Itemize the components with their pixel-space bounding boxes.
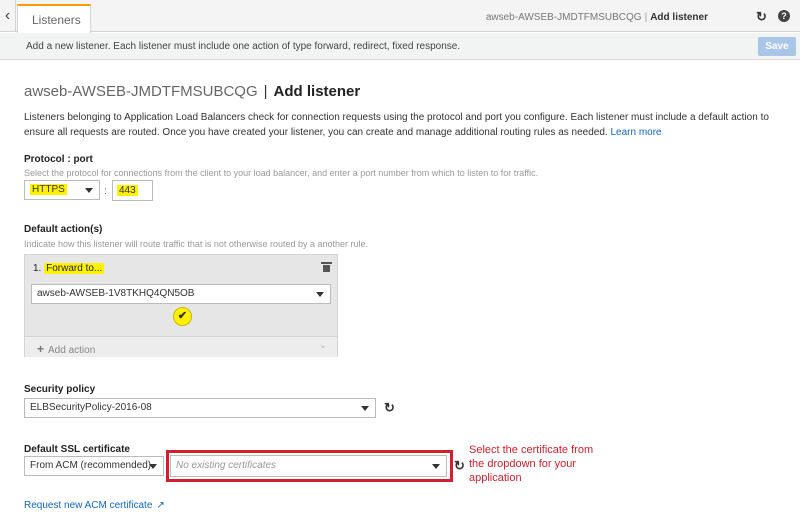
annotation-highlight-box bbox=[166, 450, 453, 482]
ssl-certificate-label: Default SSL certificate bbox=[24, 444, 130, 455]
chevron-down-icon: ⌄ bbox=[318, 340, 327, 351]
learn-more-link[interactable]: Learn more bbox=[610, 127, 661, 138]
refresh-icon[interactable]: ↻ bbox=[454, 458, 465, 474]
default-actions-label: Default action(s) bbox=[24, 224, 103, 235]
security-policy-select[interactable]: ELBSecurityPolicy-2016-08 bbox=[24, 398, 376, 418]
breadcrumb-load-balancer[interactable]: awseb-AWSEB-JMDTFMSUBCQG bbox=[486, 12, 642, 23]
caret-down-icon bbox=[85, 188, 93, 193]
certificate-source-value: From ACM (recommended) bbox=[30, 460, 152, 471]
refresh-icon[interactable]: ↻ bbox=[756, 9, 767, 25]
external-link-icon: ↗ bbox=[156, 500, 165, 511]
info-message: Add a new listener. Each listener must i… bbox=[26, 41, 461, 52]
breadcrumb-current-page: Add listener bbox=[650, 12, 708, 23]
port-input[interactable]: 443 bbox=[112, 180, 153, 201]
caret-down-icon bbox=[361, 406, 369, 411]
checkmark-icon[interactable]: ✔ bbox=[173, 307, 192, 326]
default-actions-hint: Indicate how this listener will route tr… bbox=[24, 239, 369, 249]
caret-down-icon bbox=[316, 292, 324, 297]
top-bar: ‹ Listeners awseb-AWSEB-JMDTFMSUBCQG | Add… bbox=[0, 0, 800, 33]
protocol-port-label: Protocol : port bbox=[24, 154, 93, 165]
page-title-action: Add listener bbox=[273, 83, 361, 100]
page-title-load-balancer: awseb-AWSEB-JMDTFMSUBCQG bbox=[24, 83, 258, 100]
target-group-value: awseb-AWSEB-1V8TKHQ4QN5OB bbox=[37, 288, 195, 299]
intro-text: Listeners belonging to Application Load … bbox=[24, 110, 794, 140]
request-certificate-label: Request new ACM certificate bbox=[24, 500, 153, 511]
annotation-note: Select the certificate from the dropdown… bbox=[469, 444, 594, 484]
action-type: Forward to... bbox=[44, 263, 105, 274]
action-header: 1. Forward to... bbox=[33, 263, 105, 274]
certificate-source-select[interactable]: From ACM (recommended) bbox=[24, 456, 164, 476]
protocol-value: HTTPS bbox=[30, 184, 67, 195]
plus-icon: + bbox=[37, 342, 45, 356]
security-policy-label: Security policy bbox=[24, 384, 96, 395]
add-action-button[interactable]: + Add action ⌄ bbox=[25, 336, 337, 357]
info-bar: Add a new listener. Each listener must i… bbox=[0, 33, 800, 60]
help-icon[interactable]: ? bbox=[778, 10, 790, 22]
trash-icon[interactable] bbox=[321, 262, 332, 272]
chevron-left-icon[interactable]: ‹ bbox=[0, 0, 16, 32]
refresh-icon[interactable]: ↻ bbox=[384, 400, 395, 416]
target-group-select[interactable]: awseb-AWSEB-1V8TKHQ4QN5OB bbox=[31, 284, 331, 304]
default-action-card: 1. Forward to... awseb-AWSEB-1V8TKHQ4QN5… bbox=[24, 254, 338, 357]
protocol-port-separator: : bbox=[104, 186, 107, 197]
caret-down-icon bbox=[149, 464, 157, 469]
page-title-separator: | bbox=[263, 83, 268, 100]
action-index: 1. bbox=[33, 263, 42, 274]
protocol-select[interactable]: HTTPS bbox=[24, 180, 100, 200]
save-button[interactable]: Save bbox=[758, 37, 796, 56]
page-title: awseb-AWSEB-JMDTFMSUBCQG | Add listener bbox=[24, 83, 360, 100]
add-action-label: Add action bbox=[48, 345, 96, 356]
port-value: 443 bbox=[117, 185, 138, 196]
protocol-port-hint: Select the protocol for connections from… bbox=[24, 168, 539, 178]
security-policy-value: ELBSecurityPolicy-2016-08 bbox=[30, 402, 152, 413]
request-certificate-link[interactable]: Request new ACM certificate ↗ bbox=[24, 500, 165, 511]
breadcrumb-separator: | bbox=[644, 12, 648, 23]
breadcrumb: awseb-AWSEB-JMDTFMSUBCQG | Add listener bbox=[486, 12, 708, 23]
tab-listeners[interactable]: Listeners bbox=[17, 4, 91, 33]
